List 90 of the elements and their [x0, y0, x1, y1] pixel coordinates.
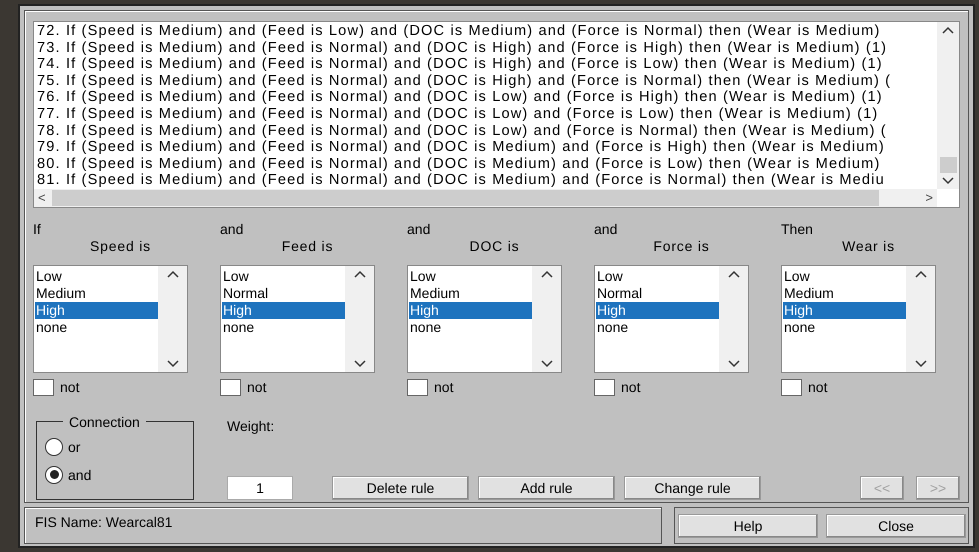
rule-item[interactable]: 77. If (Speed is Medium) and (Feed is Normal) and (DOC is Low) and (Force is Low) then (Wear is Medium) (1) [37, 106, 937, 123]
list-option[interactable]: Low [783, 268, 906, 285]
close-button[interactable]: Close [826, 514, 966, 538]
scroll-up-icon[interactable] [354, 270, 366, 278]
list-scrollbar[interactable] [345, 266, 374, 372]
list-option[interactable]: Low [409, 268, 532, 285]
variable-label: Speed is [89, 238, 152, 255]
list-option[interactable]: Low [35, 268, 158, 285]
scroll-up-icon[interactable] [540, 270, 552, 278]
checkbox-label: not [434, 379, 454, 396]
scroll-down-icon[interactable] [914, 360, 926, 368]
status-text: FIS Name: Wearcal81 [24, 507, 662, 544]
variable-label: Feed is [280, 238, 334, 255]
list-scrollbar[interactable] [532, 266, 561, 372]
not-checkbox[interactable] [220, 378, 241, 396]
connector-label: If [33, 220, 42, 238]
rule-item[interactable]: 78. If (Speed is Medium) and (Feed is Normal) and (DOC is Low) and (Force is Normal) then (Wear is Medium) ( [37, 122, 937, 140]
rule-item[interactable]: 76. If (Speed is Medium) and (Feed is Normal) and (DOC is Low) and (Force is High) then (Wear is Medium) (1) [37, 89, 937, 106]
list-option[interactable]: High [783, 302, 906, 319]
rule-list[interactable] [33, 21, 960, 208]
list-option[interactable]: High [596, 302, 719, 319]
radio-label: and [68, 466, 92, 483]
list-option[interactable]: none [596, 318, 719, 336]
list-scrollbar[interactable] [719, 266, 748, 372]
radio-button[interactable] [45, 466, 63, 484]
scroll-right-button[interactable]: > [925, 190, 933, 206]
scroll-down-icon[interactable] [166, 360, 178, 368]
list-option[interactable]: Medium [783, 284, 906, 302]
weight-field[interactable]: 1 [227, 476, 293, 500]
scroll-down-icon[interactable] [728, 360, 740, 368]
list-option[interactable]: Low [596, 268, 719, 285]
list-option[interactable]: High [409, 302, 532, 319]
list-scrollbar[interactable] [158, 266, 187, 372]
connector-label: and [594, 220, 618, 238]
membership-list[interactable]: Low Medium High none [33, 264, 188, 373]
connector-label: Then [781, 220, 814, 238]
radio-label: or [68, 438, 80, 455]
horizontal-scrollbar[interactable]: < > [34, 188, 937, 207]
rule-item[interactable]: 79. If (Speed is Medium) and (Feed is Normal) and (DOC is Medium) and (Force is High) then (Wear is Medium) [37, 139, 937, 156]
list-option[interactable]: Low [222, 268, 345, 285]
membership-list[interactable]: Low Medium High none [781, 264, 936, 373]
list-option[interactable]: none [35, 318, 158, 336]
membership-list[interactable]: Low Normal High none [220, 264, 375, 373]
list-scrollbar[interactable] [906, 266, 935, 372]
checkbox-label: not [60, 379, 80, 396]
list-option[interactable]: High [35, 302, 158, 319]
rule-item[interactable]: 80. If (Speed is Medium) and (Feed is Normal) and (DOC is Medium) and (Force is Low) then (Wear is Medium) [37, 156, 937, 172]
list-option[interactable]: Medium [409, 284, 532, 302]
radio-button[interactable] [45, 438, 63, 456]
list-option[interactable]: none [783, 318, 906, 336]
rule-button[interactable]: Delete rule [332, 476, 469, 500]
rule-item[interactable]: 81. If (Speed is Medium) and (Feed is Normal) and (DOC is Medium) and (Force is Normal) then (Wear is Mediu [37, 172, 937, 189]
variable-label: DOC is [468, 238, 520, 255]
list-option[interactable]: Normal [596, 284, 719, 302]
list-option[interactable]: Normal [222, 284, 345, 302]
connector-label: and [407, 220, 432, 238]
list-option[interactable]: none [409, 318, 532, 336]
scroll-down-icon[interactable] [942, 176, 954, 185]
not-checkbox[interactable] [33, 378, 54, 396]
scroll-up-icon[interactable] [166, 270, 178, 278]
connector-label: and [220, 220, 244, 238]
rule-item[interactable]: 72. If (Speed is Medium) and (Feed is Low) and (DOC is Medium) and (Force is Normal) then (Wear is Medium) [37, 23, 937, 40]
scroll-up-icon[interactable] [914, 270, 926, 278]
variable-label: Force is [652, 238, 711, 255]
scroll-up-icon[interactable] [942, 26, 954, 34]
rule-item[interactable]: 74. If (Speed is Medium) and (Feed is Normal) and (DOC is High) and (Force is Low) then (Wear is Medium) (1) [37, 56, 937, 73]
list-option[interactable]: High [222, 302, 345, 319]
membership-list[interactable]: Low Normal High none [594, 264, 749, 373]
scroll-up-icon[interactable] [728, 270, 740, 278]
help-button[interactable]: Help [678, 514, 818, 538]
rule-item[interactable]: 73. If (Speed is Medium) and (Feed is Normal) and (DOC is High) and (Force is High) then (Wear is Medium) (1) [37, 40, 937, 56]
checkbox-label: not [247, 379, 266, 396]
list-option[interactable]: Medium [35, 284, 158, 302]
membership-list[interactable]: Low Medium High none [407, 264, 562, 373]
rule-button[interactable]: Change rule [624, 476, 761, 500]
checkbox-label: not [621, 379, 640, 396]
not-checkbox[interactable] [594, 378, 615, 396]
rule-button[interactable]: Add rule [478, 476, 615, 500]
vertical-scrollbar[interactable] [937, 22, 959, 189]
list-option[interactable]: none [222, 318, 345, 336]
checkbox-label: not [808, 379, 828, 396]
not-checkbox[interactable] [407, 378, 428, 396]
variable-label: Wear is [841, 238, 896, 255]
not-checkbox[interactable] [781, 378, 802, 396]
group-title: Connection [68, 414, 141, 430]
scroll-down-icon[interactable] [354, 360, 366, 368]
scroll-left-button[interactable]: < [38, 190, 46, 206]
rule-item[interactable]: 75. If (Speed is Medium) and (Feed is Normal) and (DOC is High) and (Force is Normal) then (Wear is Medium) ( [37, 72, 937, 90]
scroll-down-icon[interactable] [540, 360, 552, 368]
weight-label: Weight: [227, 418, 276, 434]
